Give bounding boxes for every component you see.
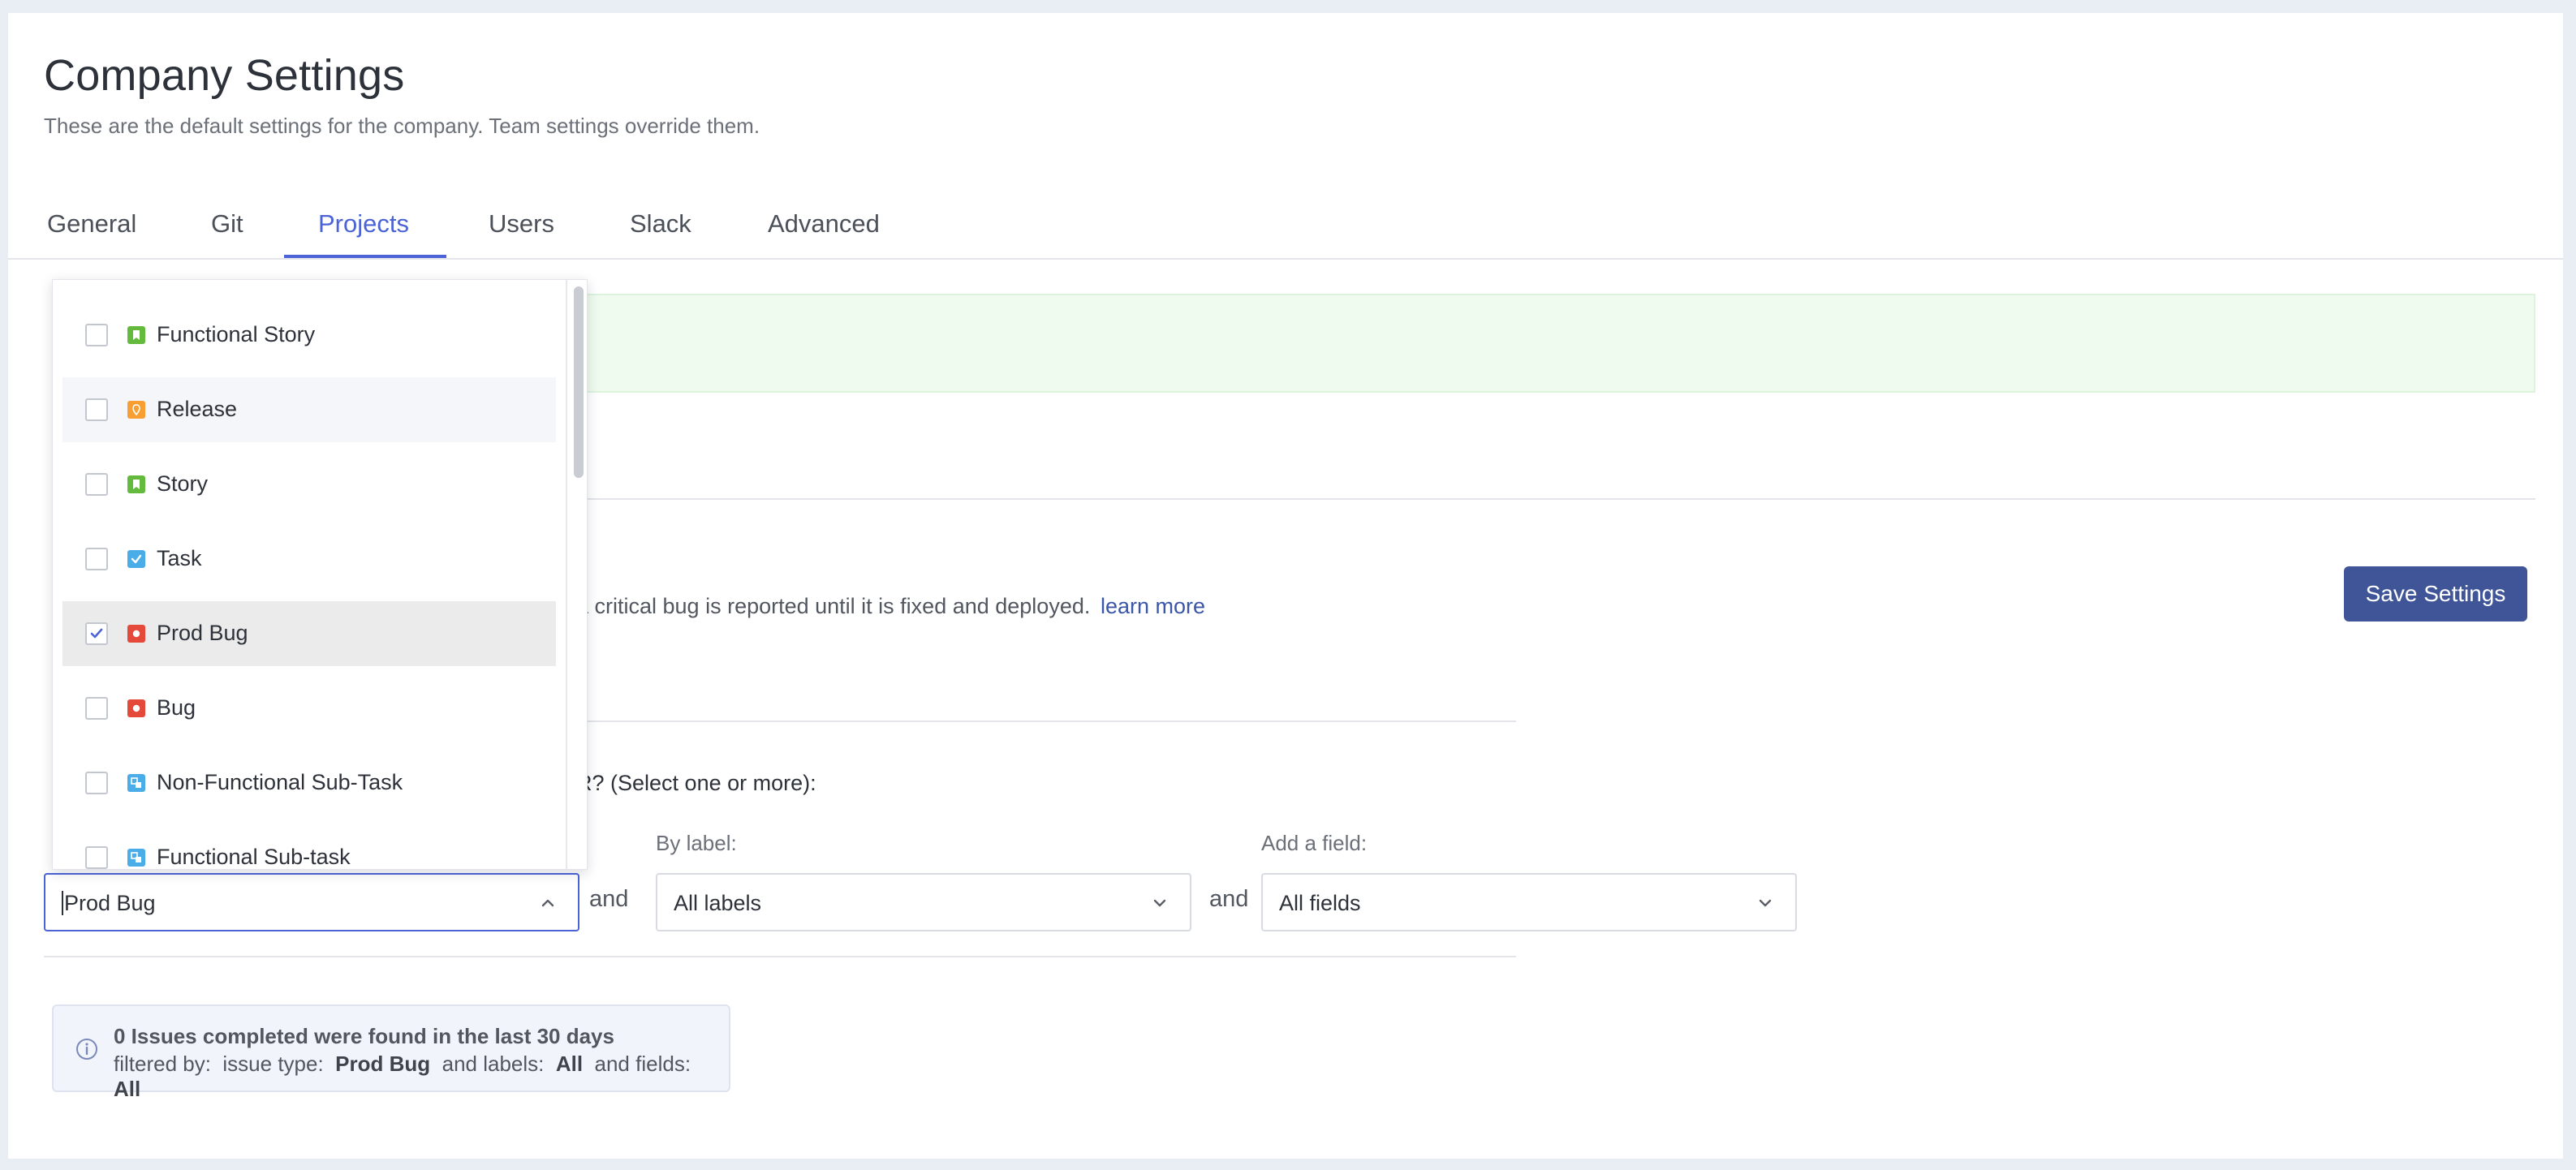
filters-divider — [44, 956, 1516, 957]
results-filter-details: filtered by: issue type: Prod Bug and la… — [114, 1052, 729, 1102]
checkbox[interactable] — [85, 473, 108, 496]
dropdown-item-bug[interactable]: Bug — [62, 676, 556, 741]
subtask-icon — [127, 849, 145, 867]
dropdown-item-task[interactable]: Task — [62, 527, 556, 591]
chevron-down-icon — [1755, 893, 1776, 914]
results-info-box: 0 Issues completed were found in the las… — [52, 1004, 730, 1101]
tab-slack[interactable]: Slack — [630, 209, 691, 239]
story-icon — [127, 326, 145, 344]
checkbox[interactable] — [85, 697, 108, 720]
filter-question: R? (Select one or more): — [576, 771, 816, 795]
active-tab-indicator — [284, 255, 446, 258]
by-label-label: By label: — [656, 831, 737, 855]
dropdown-item-prod-bug[interactable]: Prod Bug — [62, 601, 556, 666]
dropdown-item-functional-story[interactable]: Functional Story — [62, 303, 556, 368]
issue-type-select[interactable]: Prod Bug — [44, 873, 579, 931]
subtask-icon — [127, 774, 145, 792]
check-icon — [90, 628, 103, 639]
dropdown-item-label: Functional Sub-task — [157, 845, 351, 869]
results-summary: 0 Issues completed were found in the las… — [114, 1024, 614, 1048]
tab-general[interactable]: General — [47, 209, 136, 239]
dropdown-item-label: Non-Functional Sub-Task — [157, 770, 403, 794]
question-divider — [576, 720, 1516, 722]
dropdown-item-label: Prod Bug — [157, 621, 248, 645]
field-select[interactable]: All fields — [1261, 873, 1797, 931]
bug-icon — [127, 699, 145, 717]
dropdown-item-label: Story — [157, 471, 209, 496]
field-select-value: All fields — [1279, 891, 1361, 915]
info-icon — [75, 1037, 99, 1061]
dropdown-item-non-functional-sub-task[interactable]: Non-Functional Sub-Task — [62, 751, 556, 815]
section-description: a critical bug is reported until it is f… — [576, 594, 1091, 618]
page-subtitle: These are the default settings for the c… — [44, 114, 760, 138]
labels-value: All — [555, 1052, 584, 1076]
fields-label-text: and fields: — [594, 1052, 691, 1076]
tab-advanced[interactable]: Advanced — [768, 209, 880, 239]
text-caret — [62, 891, 63, 915]
checkbox[interactable] — [85, 324, 108, 346]
chevron-up-icon — [537, 893, 558, 914]
tab-git[interactable]: Git — [211, 209, 243, 239]
tab-projects[interactable]: Projects — [318, 209, 409, 239]
success-banner — [576, 294, 2535, 393]
bug-icon — [127, 625, 145, 643]
tab-users[interactable]: Users — [489, 209, 554, 239]
label-select-value: All labels — [674, 891, 762, 915]
chevron-down-icon — [1149, 893, 1170, 914]
and-joiner-1: and — [589, 886, 629, 912]
label-select[interactable]: All labels — [656, 873, 1191, 931]
dropdown-item-label: Release — [157, 397, 238, 421]
dropdown-item-label: Task — [157, 546, 202, 570]
learn-more-link[interactable]: learn more — [1101, 594, 1205, 619]
issue-type-value: Prod Bug — [335, 1052, 431, 1076]
dropdown-item-label: Bug — [157, 695, 196, 720]
page-title: Company Settings — [44, 51, 405, 100]
checkbox[interactable] — [85, 846, 108, 869]
and-joiner-2: and — [1209, 886, 1249, 912]
save-settings-button[interactable]: Save Settings — [2344, 566, 2527, 622]
dropdown-item-story[interactable]: Story — [62, 452, 556, 517]
task-icon — [127, 550, 145, 568]
dropdown-item-label: Functional Story — [157, 322, 316, 346]
checkbox-checked[interactable] — [85, 622, 108, 645]
release-icon — [127, 401, 145, 419]
section-divider — [576, 498, 2535, 500]
issue-type-value-text: Prod Bug — [64, 891, 156, 915]
issue-type-dropdown: Functional Story Release Story Task Prod… — [52, 279, 588, 870]
dropdown-item-functional-sub-task[interactable]: Functional Sub-task — [62, 825, 556, 869]
labels-label-text: and labels: — [442, 1052, 545, 1076]
issue-type-label-text: issue type: — [222, 1052, 324, 1076]
checkbox[interactable] — [85, 398, 108, 421]
checkbox[interactable] — [85, 548, 108, 570]
issue-type-select-value: Prod Bug — [62, 891, 156, 916]
fields-value: All — [114, 1077, 141, 1101]
tab-bar: General Git Projects Users Slack Advance… — [8, 187, 2563, 260]
dropdown-scrollbar[interactable] — [566, 280, 587, 869]
story-icon — [127, 475, 145, 493]
settings-card: Company Settings These are the default s… — [8, 13, 2563, 1159]
scrollbar-thumb[interactable] — [574, 286, 584, 478]
dropdown-item-release[interactable]: Release — [62, 377, 556, 442]
add-field-label: Add a field: — [1261, 831, 1368, 855]
filtered-by-text: filtered by: — [114, 1052, 211, 1076]
checkbox[interactable] — [85, 772, 108, 794]
